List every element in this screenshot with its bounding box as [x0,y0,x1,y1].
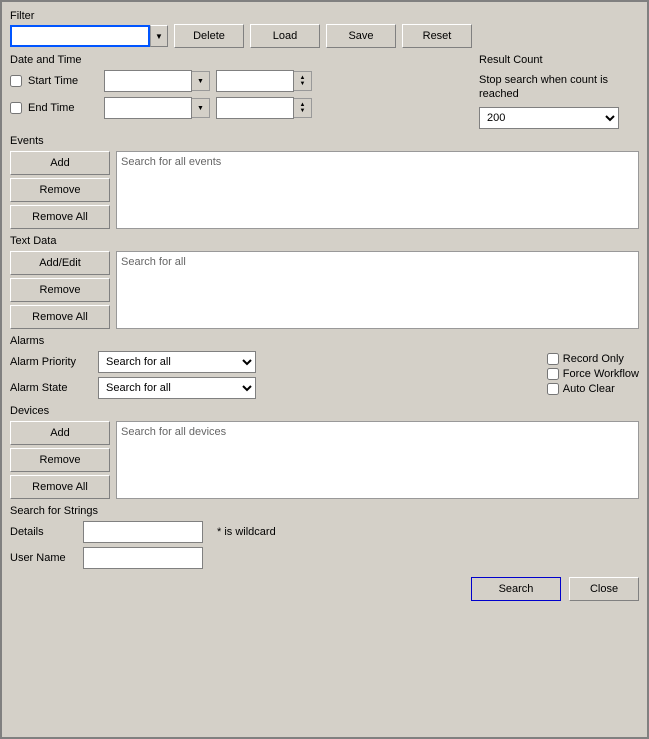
auto-clear-row: Auto Clear [547,383,639,395]
events-remove-all-button[interactable]: Remove All [10,205,110,229]
text-data-text-area: Search for all [116,251,639,329]
start-date-input[interactable]: 11/11/2014 [104,70,192,92]
alarms-label: Alarms [10,335,639,347]
result-count-label: Result Count [479,54,639,66]
filter-dropdown-btn[interactable]: ▼ [150,25,168,47]
reset-button[interactable]: Reset [402,24,472,48]
alarm-priority-label: Alarm Priority [10,356,90,368]
end-date-arrow[interactable]: ▼ [192,98,210,118]
events-remove-button[interactable]: Remove [10,178,110,202]
alarm-state-select[interactable]: Search for all Active Acknowledged Clear… [98,377,256,399]
details-row: Details * is wildcard [10,521,639,543]
text-data-remove-button[interactable]: Remove [10,278,110,302]
events-add-button[interactable]: Add [10,151,110,175]
end-time-spin[interactable]: ▲ ▼ [294,98,312,118]
start-time-row: Start Time 11/11/2014 ▼ 03:28:26 PM ▲ ▼ [10,70,469,92]
alarm-priority-select[interactable]: Search for all Low Medium High [98,351,256,373]
text-data-label: Text Data [10,235,639,247]
delete-button[interactable]: Delete [174,24,244,48]
wildcard-note: * is wildcard [217,526,276,538]
filter-input[interactable]: Default filter [10,25,150,47]
username-input[interactable] [83,547,203,569]
alarm-priority-row: Alarm Priority Search for all Low Medium… [10,351,531,373]
force-workflow-label: Force Workflow [563,368,639,380]
events-text-area: Search for all events [116,151,639,229]
start-time-input[interactable]: 03:28:26 PM [216,70,294,92]
auto-clear-checkbox[interactable] [547,383,559,395]
bottom-buttons: Search Close [10,577,639,601]
start-time-label: Start Time [28,75,98,87]
devices-add-button[interactable]: Add [10,421,110,445]
details-label: Details [10,526,75,538]
devices-text-area: Search for all devices [116,421,639,499]
devices-section: Devices Add Remove Remove All Search for… [10,405,639,499]
result-count-section: Result Count Stop search when count is r… [479,54,639,129]
username-label: User Name [10,552,75,564]
text-data-section: Text Data Add/Edit Remove Remove All Sea… [10,235,639,329]
result-count-select[interactable]: 200 500 1000 All [479,107,619,129]
main-window: Filter Default filter ▼ Delete Load Save… [0,0,649,739]
record-only-label: Record Only [563,353,624,365]
close-button[interactable]: Close [569,577,639,601]
search-strings-section: Search for Strings Details * is wildcard… [10,505,639,569]
end-date-input[interactable]: 11/12/2014 [104,97,192,119]
text-data-add-edit-button[interactable]: Add/Edit [10,251,110,275]
auto-clear-label: Auto Clear [563,383,615,395]
events-section: Events Add Remove Remove All Search for … [10,135,639,229]
devices-remove-all-button[interactable]: Remove All [10,475,110,499]
events-label: Events [10,135,639,147]
text-data-remove-all-button[interactable]: Remove All [10,305,110,329]
force-workflow-row: Force Workflow [547,368,639,380]
load-button[interactable]: Load [250,24,320,48]
datetime-label: Date and Time [10,54,469,66]
record-only-row: Record Only [547,353,639,365]
end-time-row: End Time 11/12/2014 ▼ 03:28:26 PM ▲ ▼ [10,97,469,119]
alarms-section: Alarms Alarm Priority Search for all Low… [10,335,639,399]
details-input[interactable] [83,521,203,543]
start-date-arrow[interactable]: ▼ [192,71,210,91]
filter-section: Filter Default filter ▼ Delete Load Save… [10,10,639,48]
result-count-description: Stop search when count is reached [479,73,634,102]
force-workflow-checkbox[interactable] [547,368,559,380]
username-row: User Name [10,547,639,569]
filter-label: Filter [10,10,639,22]
devices-label: Devices [10,405,639,417]
search-button[interactable]: Search [471,577,561,601]
end-time-label: End Time [28,102,98,114]
start-time-checkbox[interactable] [10,75,22,87]
record-only-checkbox[interactable] [547,353,559,365]
start-time-spin[interactable]: ▲ ▼ [294,71,312,91]
search-strings-label: Search for Strings [10,505,639,517]
end-time-checkbox[interactable] [10,102,22,114]
devices-remove-button[interactable]: Remove [10,448,110,472]
datetime-section: Date and Time Start Time 11/11/2014 ▼ 03… [10,54,469,129]
end-time-input[interactable]: 03:28:26 PM [216,97,294,119]
alarm-state-row: Alarm State Search for all Active Acknow… [10,377,531,399]
alarm-state-label: Alarm State [10,382,90,394]
save-button[interactable]: Save [326,24,396,48]
